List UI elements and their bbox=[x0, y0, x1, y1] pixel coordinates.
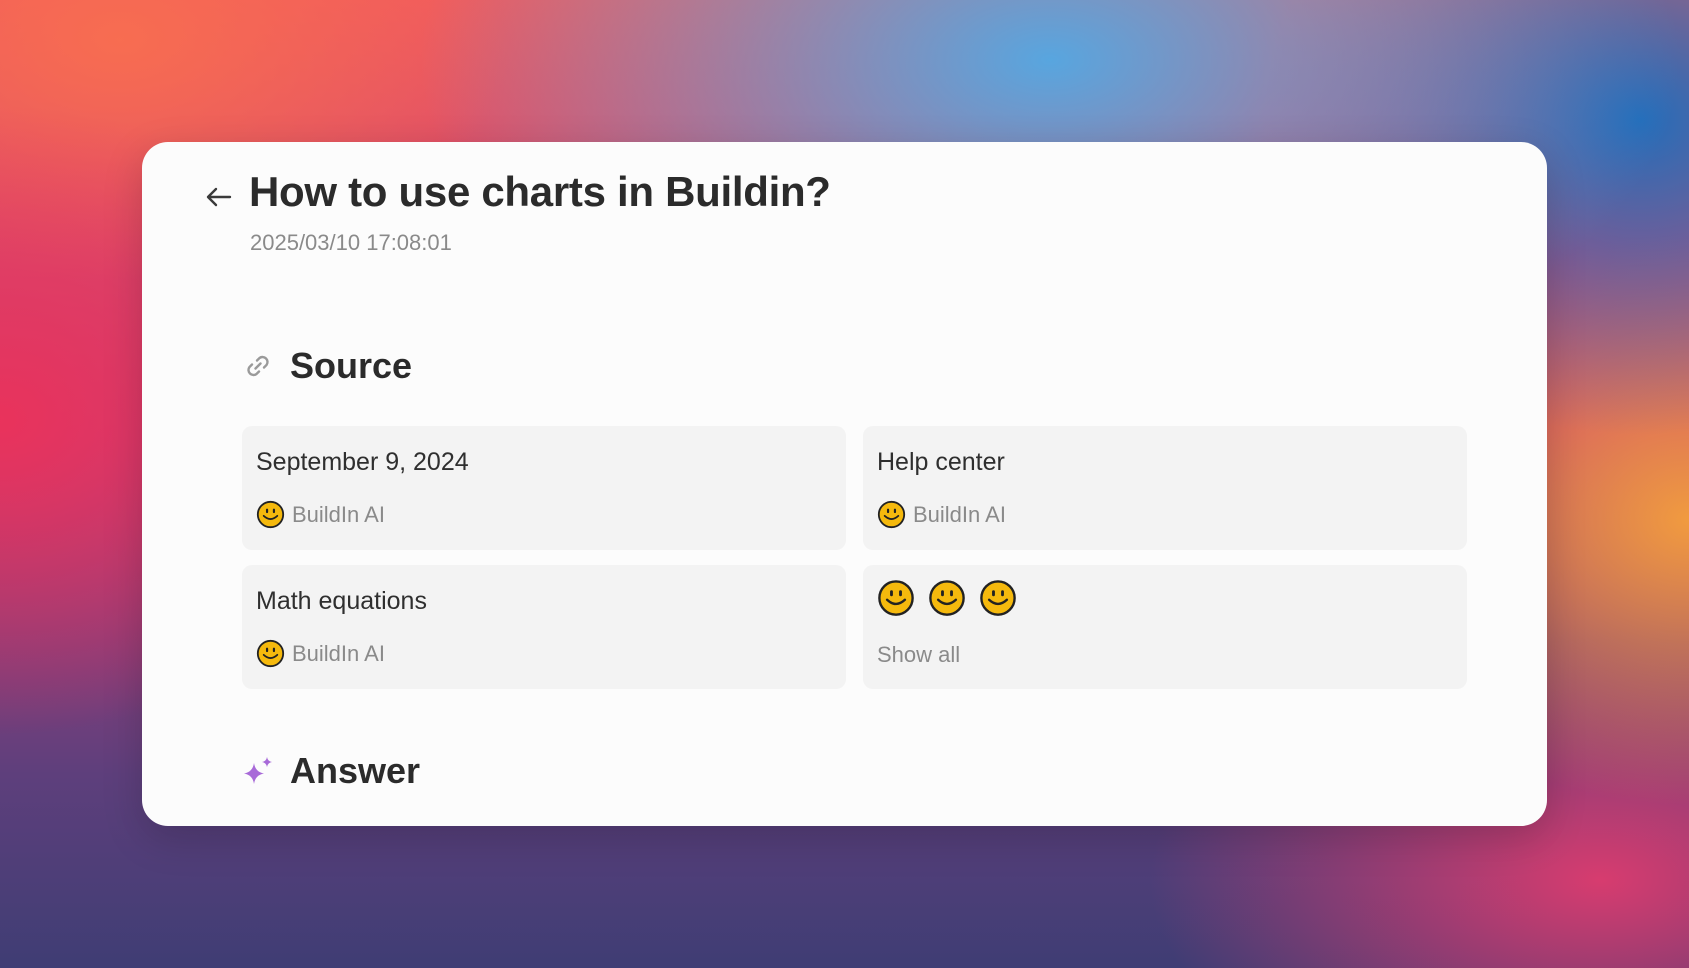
source-card-title: Help center bbox=[877, 448, 1005, 476]
source-card-meta: BuildIn AI bbox=[256, 500, 385, 529]
source-section-header: Source bbox=[242, 345, 412, 387]
smiley-icon bbox=[256, 500, 285, 529]
source-card[interactable]: September 9, 2024 BuildIn AI bbox=[242, 426, 846, 550]
link-icon bbox=[247, 355, 269, 377]
smiley-icon bbox=[929, 580, 965, 616]
chat-answer-card: How to use charts in Buildin? 2025/03/10… bbox=[142, 142, 1547, 826]
source-heading: Source bbox=[290, 345, 413, 386]
source-card-author: BuildIn AI bbox=[292, 640, 385, 666]
sparkle-icon bbox=[244, 757, 272, 784]
timestamp: 2025/03/10 17:08:01 bbox=[250, 230, 452, 255]
smiley-icon bbox=[256, 639, 285, 668]
source-card-title: September 9, 2024 bbox=[256, 448, 469, 476]
smiley-icon bbox=[980, 580, 1016, 616]
arrow-left-icon bbox=[206, 187, 232, 207]
show-all-sources-card[interactable]: Show all bbox=[863, 565, 1467, 689]
answer-heading: Answer bbox=[290, 750, 421, 791]
source-card[interactable]: Help center BuildIn AI bbox=[863, 426, 1467, 550]
show-all-link[interactable]: Show all bbox=[877, 642, 960, 668]
source-card-title: Math equations bbox=[256, 587, 427, 615]
page-title: How to use charts in Buildin? bbox=[249, 168, 831, 215]
answer-section-header: Answer bbox=[242, 750, 420, 792]
source-card-author: BuildIn AI bbox=[292, 501, 385, 527]
smiley-icon bbox=[878, 580, 914, 616]
source-card-meta: BuildIn AI bbox=[256, 639, 385, 668]
source-card[interactable]: Math equations BuildIn AI bbox=[242, 565, 846, 689]
source-avatars bbox=[877, 579, 1030, 617]
source-card-author: BuildIn AI bbox=[913, 501, 1006, 527]
back-button[interactable] bbox=[202, 180, 236, 214]
source-cards-grid: September 9, 2024 BuildIn AI Help center bbox=[242, 426, 1467, 689]
smiley-icon bbox=[877, 500, 906, 529]
source-card-meta: BuildIn AI bbox=[877, 500, 1006, 529]
